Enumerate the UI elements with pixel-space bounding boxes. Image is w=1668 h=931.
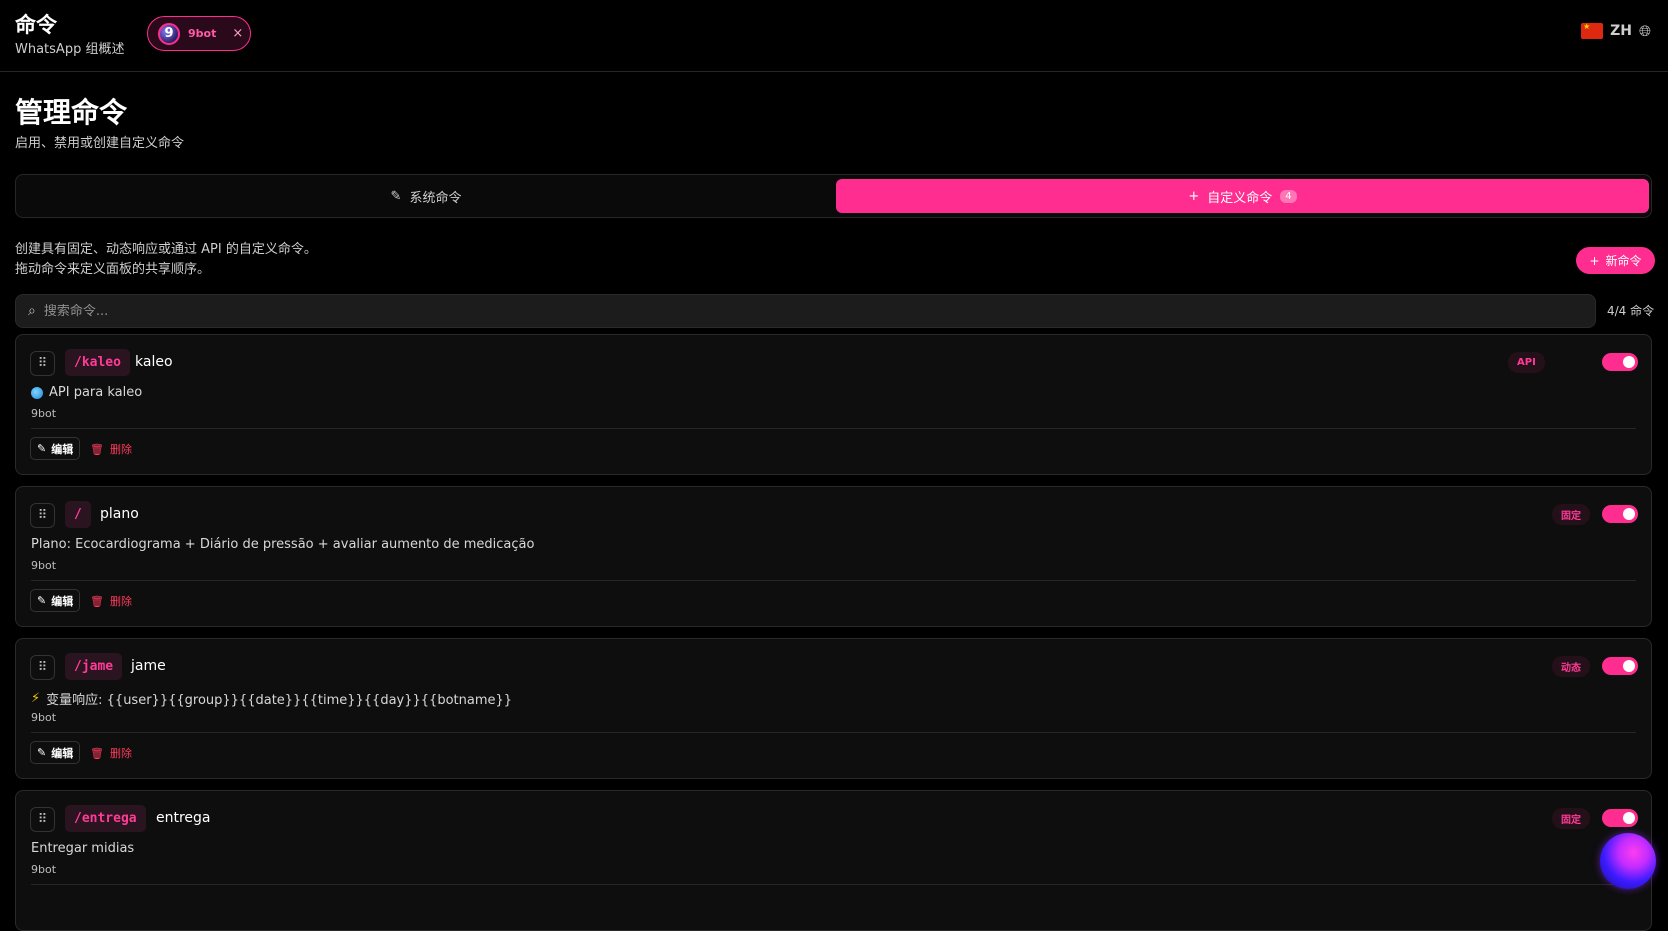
- command-tag: /jame: [65, 653, 123, 680]
- language-switcher[interactable]: ZH 🌐︎: [1581, 22, 1651, 40]
- command-card: ⠿ / plano Plano: Ecocardiograma + Diário…: [15, 486, 1652, 627]
- command-name: jame: [131, 658, 166, 674]
- enable-toggle[interactable]: [1602, 809, 1638, 827]
- delete-button[interactable]: 🗑︎ 删除: [90, 593, 132, 609]
- new-command-button[interactable]: + 新命令: [1576, 247, 1655, 274]
- command-name: entrega: [156, 810, 211, 826]
- delete-label: 删除: [109, 747, 132, 760]
- command-description: Entregar midias: [31, 841, 134, 856]
- trash-icon: 🗑︎: [90, 746, 104, 760]
- intro-line-1: 创建具有固定、动态响应或通过 API 的自定义命令。: [15, 242, 317, 257]
- plus-icon: +: [1188, 188, 1200, 204]
- enable-toggle[interactable]: [1602, 353, 1638, 371]
- command-description-text: API para kaleo: [49, 385, 143, 400]
- bolt-icon: ⚡︎: [31, 691, 41, 706]
- type-badge: 固定: [1552, 808, 1590, 829]
- globe-icon: [31, 386, 43, 399]
- enable-toggle[interactable]: [1602, 657, 1638, 675]
- intro-text: 创建具有固定、动态响应或通过 API 的自定义命令。 拖动命令来定义面板的共享顺…: [15, 240, 317, 280]
- tab-count-badge: 4: [1280, 189, 1297, 203]
- delete-button[interactable]: 🗑︎ 删除: [90, 441, 132, 457]
- drag-handle-icon[interactable]: ⠿: [30, 503, 55, 528]
- command-description: ⚡︎ 变量响应: {{user}}{{group}}{{date}}{{time…: [31, 689, 512, 708]
- command-name: plano: [100, 506, 139, 522]
- type-badge: 动态: [1552, 656, 1590, 677]
- edit-icon: ✎: [37, 594, 47, 607]
- edit-button[interactable]: ✎ 编辑: [30, 437, 81, 460]
- command-owner: 9bot: [31, 711, 57, 724]
- china-flag-icon: [1581, 22, 1604, 39]
- command-owner: 9bot: [31, 559, 57, 572]
- delete-label: 删除: [109, 443, 132, 456]
- command-owner: 9bot: [31, 863, 57, 876]
- delete-label: 删除: [109, 595, 132, 608]
- command-name: kaleo: [135, 354, 173, 370]
- bot-avatar: 9: [158, 22, 180, 45]
- search-bar: ⌕: [15, 294, 1596, 328]
- command-description-text: Plano: Ecocardiograma + Diário de pressã…: [31, 537, 535, 552]
- command-tag: /: [65, 501, 91, 528]
- enable-toggle[interactable]: [1602, 505, 1638, 523]
- tab-system-commands[interactable]: ✎ 系统命令: [20, 179, 832, 213]
- app-title: 命令: [15, 13, 57, 37]
- tab-custom-commands[interactable]: + 自定义命令 4: [836, 179, 1649, 213]
- search-input[interactable]: [43, 303, 1544, 319]
- language-code: ZH: [1610, 23, 1632, 39]
- edit-label: 编辑: [51, 442, 74, 456]
- command-tag: /entrega: [65, 805, 146, 832]
- divider: [31, 580, 1636, 581]
- page-title: 管理命令: [15, 96, 128, 129]
- type-badge: 固定: [1552, 504, 1590, 525]
- command-tabs: ✎ 系统命令 + 自定义命令 4: [15, 174, 1652, 218]
- close-icon[interactable]: ×: [232, 26, 243, 41]
- drag-handle-icon[interactable]: ⠿: [30, 351, 55, 376]
- bot-chip[interactable]: 9 9bot ×: [147, 16, 251, 51]
- globe-icon: 🌐︎: [1638, 22, 1651, 40]
- divider: [31, 732, 1636, 733]
- edit-icon: ✎: [37, 442, 47, 455]
- edit-label: 编辑: [51, 594, 74, 608]
- page-subtitle: 启用、禁用或创建自定义命令: [15, 136, 185, 151]
- command-card: ⠿ /kaleo kaleo API para kaleo 9bot ✎ 编辑 …: [15, 334, 1652, 475]
- command-count: 4/4 命令: [1607, 304, 1655, 318]
- command-card: ⠿ /jame jame ⚡︎ 变量响应: {{user}}{{group}}{…: [15, 638, 1652, 779]
- delete-button[interactable]: 🗑︎ 删除: [90, 745, 132, 761]
- command-description: Plano: Ecocardiograma + Diário de pressã…: [31, 537, 534, 552]
- trash-icon: 🗑︎: [90, 594, 104, 608]
- trash-icon: 🗑︎: [90, 442, 104, 456]
- command-description: API para kaleo: [31, 385, 142, 400]
- drag-handle-icon[interactable]: ⠿: [30, 807, 55, 832]
- type-badge: API: [1508, 352, 1545, 373]
- edit-button[interactable]: ✎ 编辑: [30, 741, 81, 764]
- command-owner: 9bot: [31, 407, 57, 420]
- command-description-text: Entregar midias: [31, 841, 135, 856]
- new-command-label: 新命令: [1605, 254, 1642, 268]
- assistant-orb-button[interactable]: [1600, 833, 1656, 889]
- search-icon: ⌕: [28, 303, 36, 319]
- command-card: ⠿ /entrega entrega Entregar midias 9bot …: [15, 790, 1652, 931]
- command-description-text: 变量响应: {{user}}{{group}}{{date}}{{time}}{…: [46, 693, 513, 708]
- edit-button[interactable]: ✎ 编辑: [30, 589, 81, 612]
- drag-handle-icon[interactable]: ⠿: [30, 655, 55, 680]
- top-bar: 命令 WhatsApp 组概述 9 9bot × ZH 🌐︎: [0, 0, 1668, 72]
- divider: [31, 884, 1636, 885]
- command-tag: /kaleo: [65, 349, 130, 376]
- plus-icon: +: [1589, 253, 1600, 268]
- edit-label: 编辑: [51, 746, 74, 760]
- app-subtitle: WhatsApp 组概述: [15, 42, 125, 57]
- edit-icon: ✎: [37, 746, 47, 759]
- tab-label: 自定义命令: [1207, 190, 1273, 206]
- tab-label: 系统命令: [409, 190, 462, 206]
- divider: [31, 428, 1636, 429]
- intro-line-2: 拖动命令来定义面板的共享顺序。: [15, 262, 211, 277]
- pen-icon: ✎: [390, 188, 402, 204]
- bot-chip-name: 9bot: [188, 27, 217, 40]
